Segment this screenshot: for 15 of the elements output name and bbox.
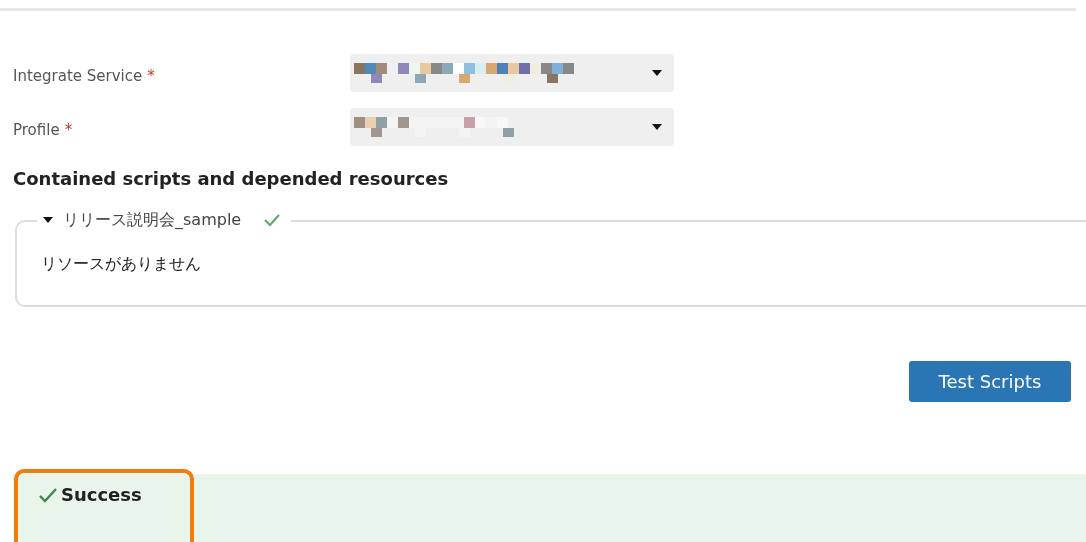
empty-message: リソースがありません [41,254,202,275]
section-title: Contained scripts and depended resources [13,168,450,189]
caret-down-icon [43,217,53,223]
required-mark: * [64,121,73,139]
test-scripts-button[interactable]: Test Scripts [909,361,1071,402]
field-label: Profile [13,121,60,139]
required-mark: * [147,67,155,85]
field-label: Integrate Service [13,67,143,85]
select-field[interactable] [350,108,674,146]
caret-icon [652,70,662,76]
select-field[interactable] [350,54,674,92]
check-icon [38,486,58,503]
script-name: リリース説明会_sample [63,209,242,231]
caret-icon [652,124,662,130]
result-text: Success [61,484,142,505]
